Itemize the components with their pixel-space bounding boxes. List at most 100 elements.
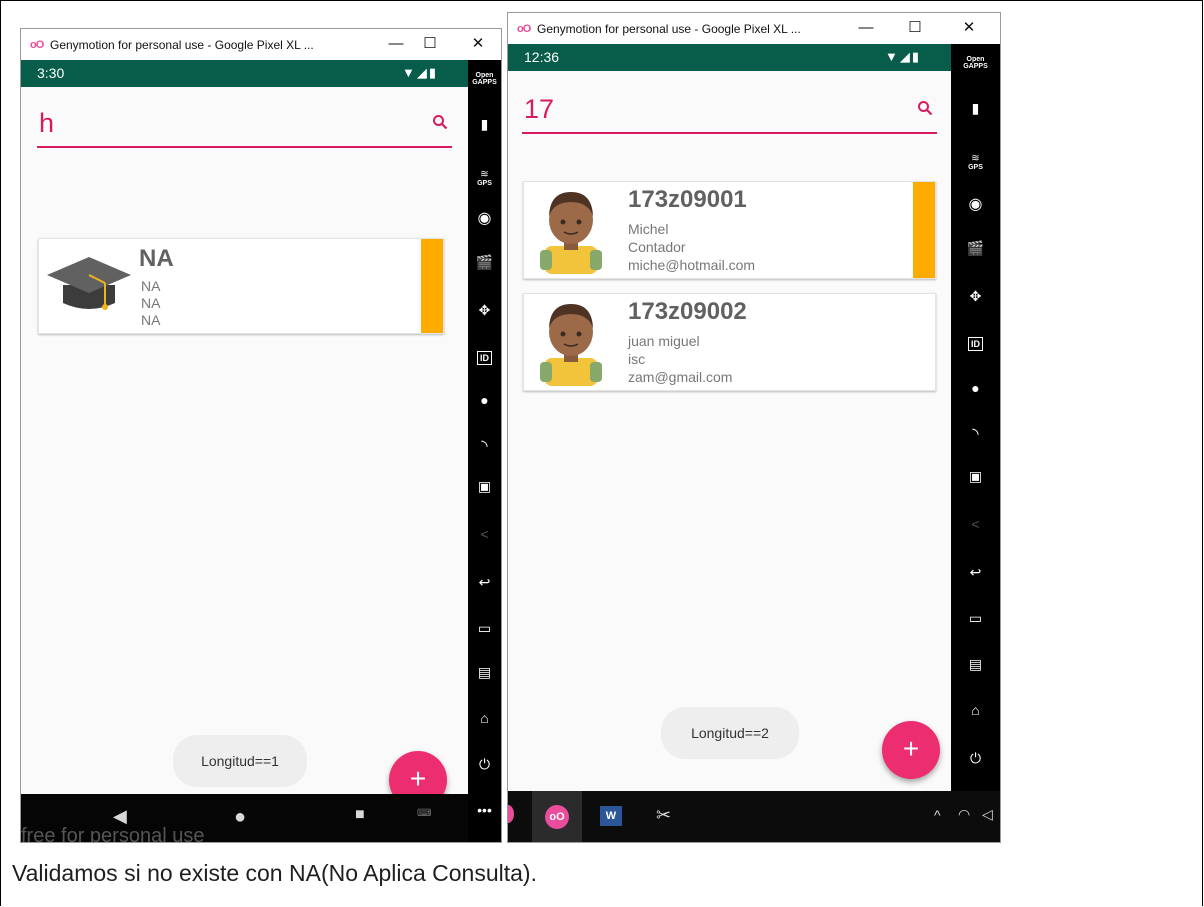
maximize-button[interactable]: ☐ [904,17,926,39]
emulator-window-1: oO Genymotion for personal use - Google … [20,28,502,843]
search-input[interactable] [37,108,379,139]
gps-icon[interactable]: ≋ GPS [468,164,501,187]
nav-home-icon[interactable]: ● [234,806,246,829]
word-icon[interactable]: W [600,806,622,826]
window-title: Genymotion for personal use - Google Pix… [50,37,314,52]
list-item[interactable]: NA NA NA NA [38,238,444,334]
webcam-icon[interactable]: ◉ [468,208,501,228]
open-gapps-button[interactable]: Open GAPPS [951,56,1000,70]
status-bar: 3:30 ▼◢▮ [21,60,468,87]
genymotion-toolbar: Open GAPPS ▮ ≋ GPS ◉ 🎬 ✥ ID ● ◝ ▣ < ↩ ▭ ▤ … [468,60,501,842]
card-name: Michel [628,221,669,237]
genymotion-toolbar: Open GAPPS ▮ ≋ GPS ◉ 🎬 ✥ ID ● ◝ ▣ < ↩ ▭ ▤ … [951,44,1000,842]
status-icons: ▼◢▮ [884,49,921,64]
search-field[interactable] [37,108,452,148]
avatar-icon [540,192,602,274]
menu-icon[interactable]: ▤ [468,664,501,681]
add-fab-button[interactable]: + [882,721,940,779]
watermark-text: free for personal use [21,825,205,843]
window-titlebar[interactable]: oO Genymotion for personal use - Google … [508,13,1000,44]
genymotion-logo-icon: oO [517,22,531,35]
minimize-button[interactable]: — [855,17,877,39]
card-status-stripe [913,182,935,278]
search-input[interactable] [522,94,864,125]
back-icon[interactable]: ↩ [468,574,501,591]
emulator-window-2: oO Genymotion for personal use - Google … [507,12,1001,843]
nav-recents-icon[interactable]: ■ [355,806,365,824]
search-icon[interactable] [917,100,933,116]
card-code: 173z09002 [628,298,747,325]
home-icon[interactable]: ⌂ [951,702,1000,718]
share-icon[interactable]: < [951,516,1000,532]
disk-icon[interactable]: ● [468,392,501,408]
caption-text: Validamos si no existe con NA(No Aplica … [12,860,537,886]
battery-icon[interactable]: ▮ [468,116,501,133]
card-email: zam@gmail.com [628,369,733,385]
card-status-stripe [421,239,443,333]
search-field[interactable] [522,94,937,134]
recent-apps-icon[interactable]: ▭ [468,620,501,637]
cast-icon[interactable]: ◝ [951,424,1000,444]
card-code: 173z09001 [628,186,747,213]
back-icon[interactable]: ↩ [951,564,1000,581]
id-icon[interactable]: ID [951,334,1000,351]
cast-icon[interactable]: ◝ [468,436,501,456]
window-title: Genymotion for personal use - Google Pix… [537,21,801,36]
card-email: NA [141,312,161,328]
genymotion-logo-icon: oO [30,38,44,51]
list-item[interactable]: 173z09002 juan miguel isc zam@gmail.com [523,293,936,391]
card-name: NA [141,278,161,294]
card-role: Contador [628,239,686,255]
recent-apps-icon[interactable]: ▭ [951,610,1000,627]
status-time: 12:36 [524,49,560,65]
toast-message: Longitud==2 [661,707,799,759]
snipping-tool-icon[interactable]: ✂ [656,805,671,826]
media-icon[interactable]: 🎬 [951,240,1000,257]
card-code: NA [139,245,174,272]
status-bar: 12:36 ▼◢▮ [508,44,951,71]
graduation-cap-icon [47,257,131,310]
more-icon[interactable]: ••• [468,802,501,818]
power-icon[interactable]: ⏻ [468,756,501,773]
sms-icon[interactable]: ▣ [468,478,501,495]
card-name: juan miguel [628,333,700,349]
share-icon[interactable]: < [468,526,501,542]
card-role: NA [141,295,161,311]
avatar-icon [540,304,602,386]
battery-icon[interactable]: ▮ [951,100,1000,117]
wifi-icon[interactable]: ◠ [958,806,970,823]
card-role: isc [628,351,646,367]
sms-icon[interactable]: ▣ [951,468,1000,485]
taskbar-partial-icon[interactable] [508,805,514,823]
dpad-icon[interactable]: ✥ [468,302,501,319]
nav-back-icon[interactable]: ◀ [113,806,127,827]
gps-icon[interactable]: ≋ GPS [951,148,1000,171]
genymotion-taskbar-icon: oO [545,805,569,829]
toast-message: Longitud==1 [173,735,307,787]
search-icon[interactable] [432,114,448,130]
keyboard-icon[interactable]: ⌨ [417,808,431,819]
open-gapps-button[interactable]: Open GAPPS [468,72,501,86]
list-item[interactable]: 173z09001 Michel Contador miche@hotmail.… [523,181,936,279]
media-icon[interactable]: 🎬 [468,254,501,271]
power-icon[interactable]: ⏻ [951,750,1000,767]
phone-screen: 3:30 ▼◢▮ NA NA NA NA Longitud==1 [21,60,468,842]
id-icon[interactable]: ID [468,348,501,365]
dpad-icon[interactable]: ✥ [951,288,1000,305]
card-email: miche@hotmail.com [628,257,756,273]
close-button[interactable]: ✕ [467,33,489,55]
maximize-button[interactable]: ☐ [419,33,441,55]
close-button[interactable]: ✕ [958,17,980,39]
volume-icon[interactable]: ◁ [982,806,993,823]
home-icon[interactable]: ⌂ [468,710,501,726]
window-titlebar[interactable]: oO Genymotion for personal use - Google … [21,29,501,60]
phone-screen: 12:36 ▼◢▮ 173z09001 Michel [508,44,951,842]
taskbar-genymotion-button[interactable]: oO [532,791,582,842]
menu-icon[interactable]: ▤ [951,656,1000,673]
android-nav-bar: ◀ ● ■ ⌨ free for personal use [21,794,468,842]
system-tray-chevron-icon[interactable]: ^ [934,807,941,823]
disk-icon[interactable]: ● [951,380,1000,396]
minimize-button[interactable]: — [385,33,407,55]
webcam-icon[interactable]: ◉ [951,194,1000,214]
windows-taskbar: oO W ✂ ^ ◠ ◁ [508,791,1000,842]
